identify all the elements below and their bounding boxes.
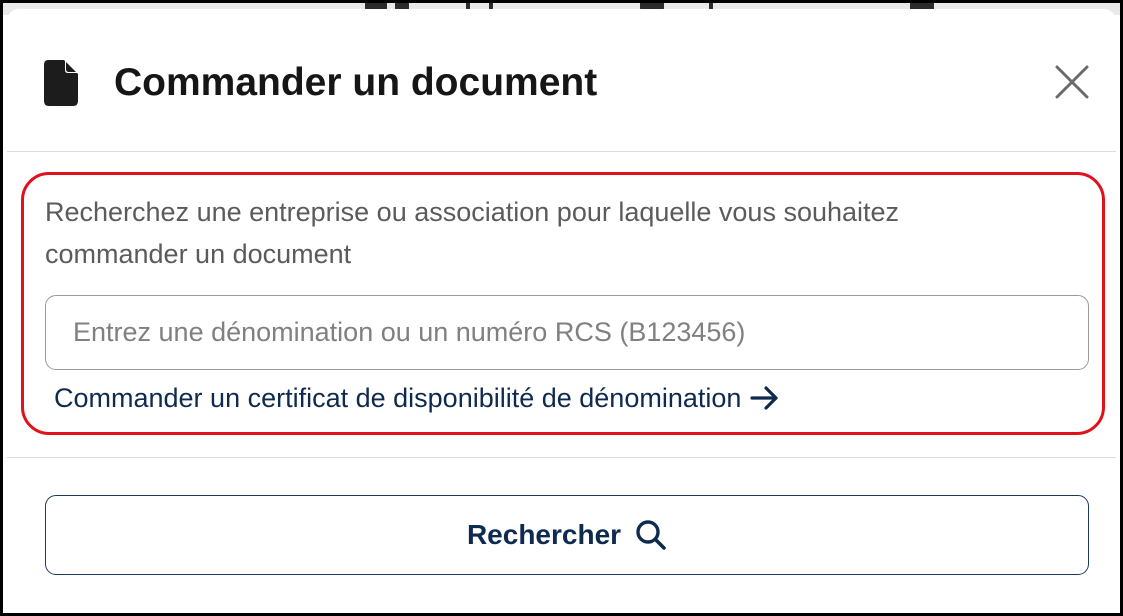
certificate-link-label: Commander un certificat de disponibilité…: [54, 383, 742, 413]
screenshot-frame: Commander un document Recherchez une ent…: [0, 0, 1123, 616]
search-button-label: Rechercher: [466, 519, 622, 550]
search-section: Recherchez une entreprise ou association…: [7, 152, 1116, 458]
order-document-modal: Commander un document Recherchez une ent…: [7, 9, 1116, 609]
modal-header: Commander un document: [7, 9, 1116, 152]
modal-title: Commander un document: [114, 61, 598, 104]
modal-footer: Rechercher: [7, 458, 1116, 609]
search-description: Recherchez une entreprise ou association…: [45, 197, 900, 269]
company-search-input[interactable]: [45, 295, 1089, 370]
search-icon: [636, 520, 666, 550]
certificate-link[interactable]: Commander un certificat de disponibilité…: [54, 378, 780, 418]
arrow-right-icon: [750, 386, 779, 410]
search-button[interactable]: Rechercher: [45, 495, 1089, 575]
close-icon[interactable]: [1052, 62, 1092, 102]
file-icon: [44, 60, 78, 106]
